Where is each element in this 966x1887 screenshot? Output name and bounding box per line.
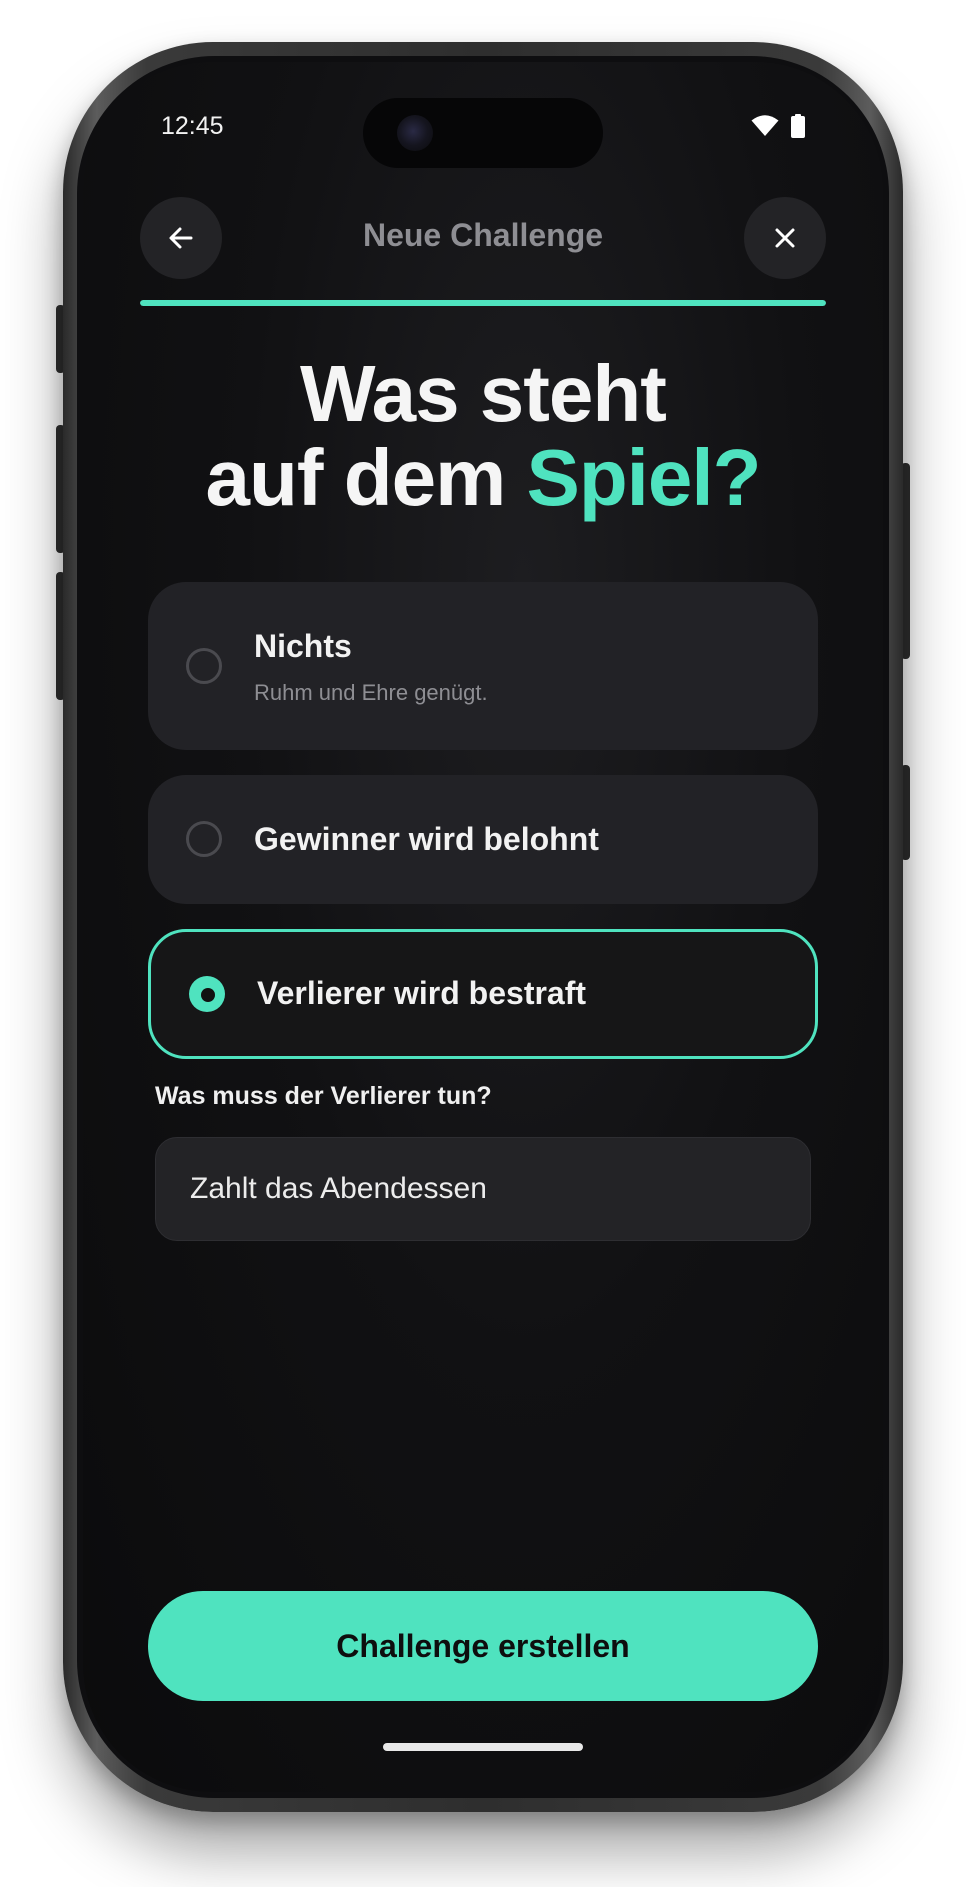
headline-line-1: Was steht xyxy=(300,349,667,438)
status-icons xyxy=(751,114,805,138)
dynamic-island xyxy=(363,98,603,168)
headline-accent: Spiel? xyxy=(526,433,761,522)
status-time: 12:45 xyxy=(161,112,224,140)
penalty-field[interactable] xyxy=(155,1137,811,1241)
progress-bar xyxy=(140,300,826,306)
battery-icon xyxy=(791,114,805,138)
stage: 12:45 Neue Challenge Was steht auf dem S… xyxy=(0,0,966,1887)
progress-fill xyxy=(140,300,826,306)
option-winner-rewarded[interactable]: Gewinner wird belohnt xyxy=(148,775,818,904)
penalty-input[interactable] xyxy=(190,1138,780,1240)
headline-line-2-prefix: auf dem xyxy=(205,433,527,522)
close-icon xyxy=(775,228,795,248)
option-loser-punished[interactable]: Verlierer wird bestraft xyxy=(148,929,818,1059)
close-button[interactable] xyxy=(744,197,826,279)
wifi-icon xyxy=(751,115,779,136)
create-challenge-button[interactable]: Challenge erstellen xyxy=(148,1591,818,1701)
option-winner-rewarded-title: Gewinner wird belohnt xyxy=(254,821,599,857)
headline-line-2: auf dem Spiel? xyxy=(83,436,883,520)
home-indicator[interactable] xyxy=(383,1743,583,1751)
headline: Was steht auf dem Spiel? xyxy=(83,352,883,520)
option-nichts-subtitle: Ruhm und Ehre genügt. xyxy=(254,680,488,705)
front-camera xyxy=(397,115,433,151)
radio-nichts[interactable] xyxy=(186,648,222,684)
option-nichts[interactable]: Nichts Ruhm und Ehre genügt. xyxy=(148,582,818,750)
radio-winner-rewarded[interactable] xyxy=(186,821,222,857)
radio-loser-punished[interactable] xyxy=(189,976,225,1012)
option-nichts-title: Nichts xyxy=(254,628,352,664)
app-screen: 12:45 Neue Challenge Was steht auf dem S… xyxy=(83,62,883,1792)
option-loser-punished-title: Verlierer wird bestraft xyxy=(257,975,587,1011)
penalty-field-label: Was muss der Verlierer tun? xyxy=(155,1082,492,1110)
